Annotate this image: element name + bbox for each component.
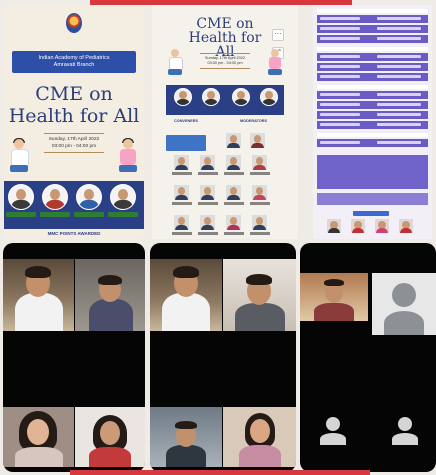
mmc-points-label: MMC POINTS AWARDED	[47, 231, 101, 236]
poster2-title-line1: CME on	[196, 16, 254, 32]
poster2-date-time: Sunday, 17th April 2022 03:00 pm - 04:00…	[200, 53, 250, 69]
video-tile[interactable]	[150, 259, 222, 331]
video-tile[interactable]	[314, 413, 354, 453]
video-call-screen-1	[3, 243, 145, 472]
doctor-illustration-icon	[8, 138, 30, 173]
poster2-time: 03:00 pm - 04:00 pm	[207, 61, 243, 65]
event-date-time: Sunday, 17th April 2022 03:00 pm - 04:00…	[44, 133, 104, 153]
organizer-branch: Amravati Branch	[53, 62, 95, 68]
cme-poster-main: Indian Academy of Pediatrics Amravati Br…	[4, 5, 144, 239]
viewer-controls[interactable]: ⋯ ⤢	[272, 23, 298, 59]
organizer-banner: Indian Academy of Pediatrics Amravati Br…	[12, 51, 136, 73]
speaker-photo	[108, 184, 138, 217]
video-tile[interactable]	[223, 259, 296, 331]
video-tile[interactable]	[300, 273, 368, 321]
video-tile[interactable]	[150, 407, 222, 467]
doctor-illustration-icon	[166, 49, 184, 77]
poster-title-line1: CME on	[35, 83, 113, 105]
moderators-label: MODERATORS	[240, 119, 268, 123]
speaker-photo	[6, 184, 36, 217]
speakers-band	[4, 181, 144, 229]
speaker-photo	[74, 184, 104, 217]
schedule-button	[353, 211, 389, 216]
video-tile[interactable]	[223, 407, 296, 467]
info-box	[166, 135, 206, 151]
conveners-band	[166, 85, 284, 115]
video-call-screen-2	[150, 243, 296, 472]
speaker-photo	[40, 184, 70, 217]
cme-poster-faculty: CME on Health for All ⋯ ⤢ Sunday, 17th A…	[152, 5, 298, 239]
conveners-label: CONVENERS	[174, 119, 199, 123]
video-tile[interactable]	[3, 407, 74, 467]
poster-title-line2: Health for All	[8, 105, 140, 127]
event-date: Sunday, 17th April 2022	[48, 137, 100, 142]
child-illustration-icon	[117, 138, 139, 173]
more-icon[interactable]: ⋯	[272, 29, 284, 41]
video-call-screen-3	[300, 243, 436, 472]
video-tile[interactable]	[3, 259, 74, 331]
video-tile[interactable]	[75, 259, 145, 331]
organizer-name: Indian Academy of Pediatrics	[38, 55, 110, 61]
video-tile[interactable]	[372, 273, 436, 335]
event-time: 03:00 pm - 04:00 pm	[51, 144, 97, 149]
iap-logo-icon	[66, 13, 82, 33]
video-tile[interactable]	[386, 413, 426, 453]
poster-title: CME on Health for All	[4, 83, 144, 127]
video-tile[interactable]	[75, 407, 145, 467]
child-illustration-icon	[266, 49, 284, 77]
bottom-accent-bar	[70, 470, 370, 475]
program-schedule	[313, 5, 432, 239]
